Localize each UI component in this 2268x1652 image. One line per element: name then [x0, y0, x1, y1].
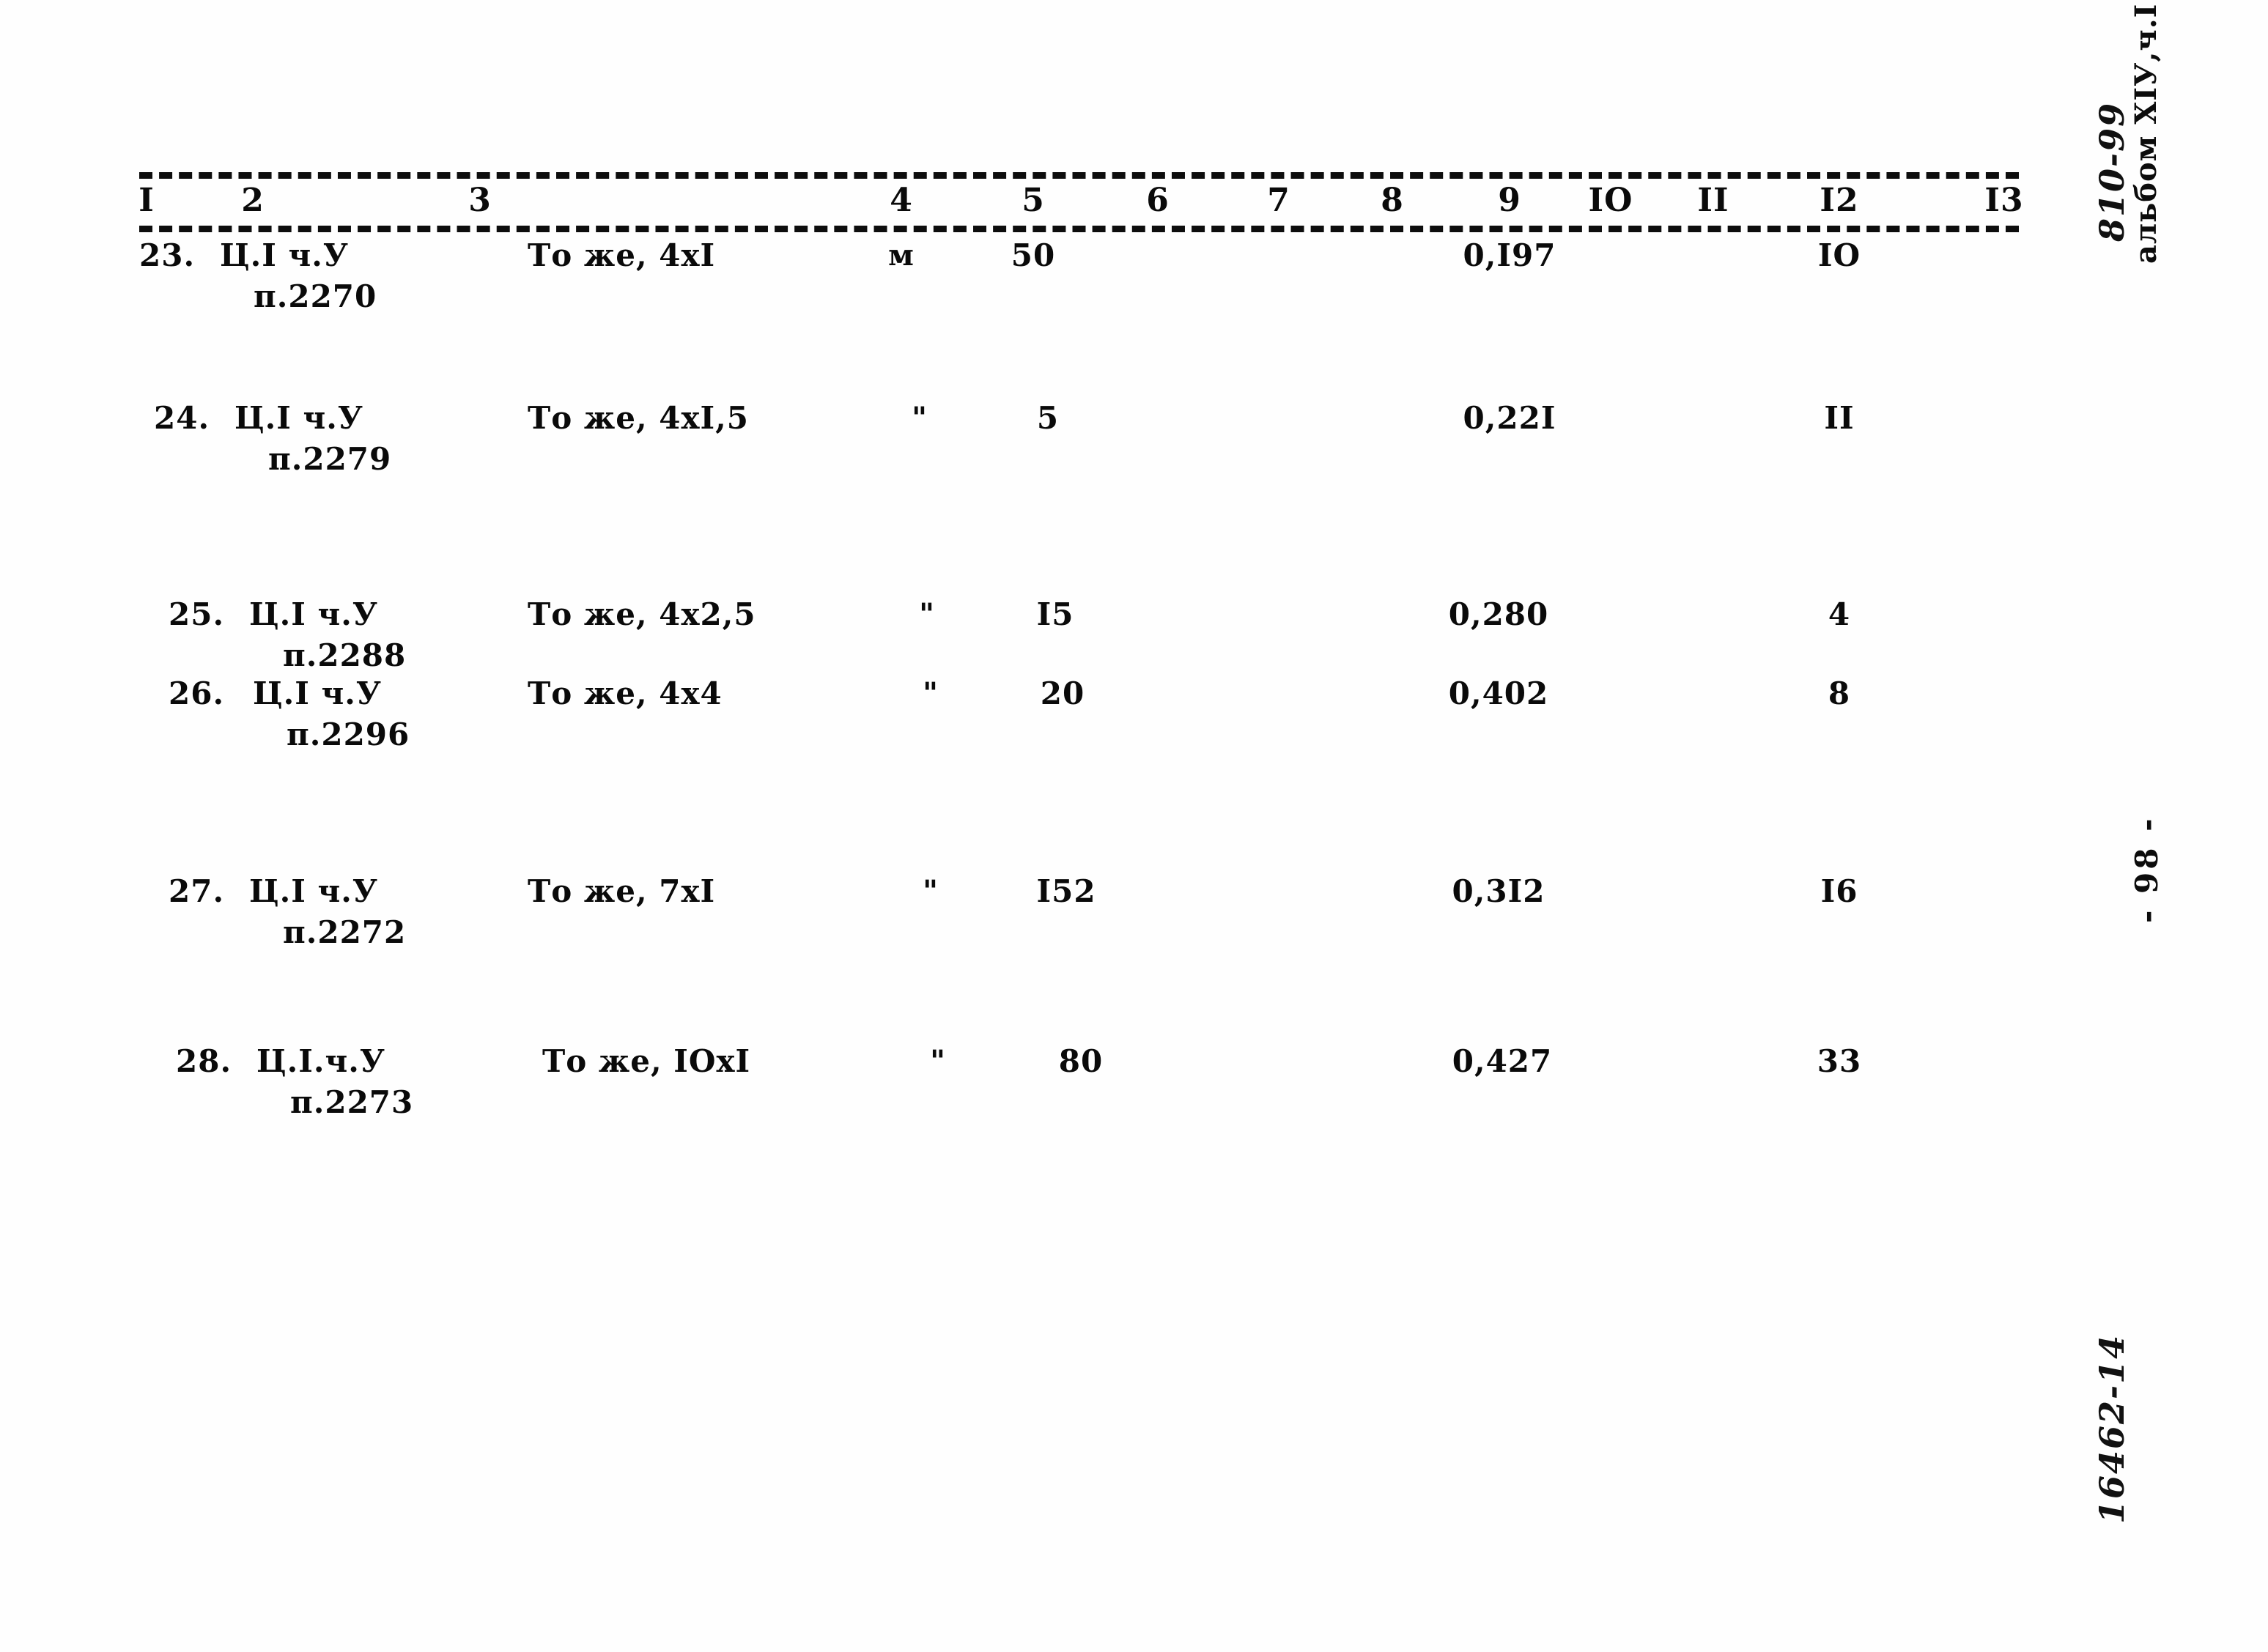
row-code-line2: п.2270	[254, 278, 377, 314]
column-header-5: 5	[1022, 182, 1045, 219]
row-description: То же, 4xI	[528, 237, 716, 273]
archive-code-handwritten: 16462-14	[2092, 1333, 2132, 1524]
row-description: То же, 4x2,5	[528, 596, 756, 632]
specification-table: I 2 3 4 5 6 7 8 9 IO II I2 I3 23. Ц.I ч.…	[138, 172, 2023, 1120]
row-code-line1: Ц.I ч.У	[220, 237, 349, 273]
row-number: 23.	[139, 237, 196, 273]
row-quantity: 20	[1040, 675, 1085, 711]
row-number: 25.	[169, 596, 225, 632]
row-code-line1: Ц.I ч.У	[253, 675, 382, 711]
row-code-line2: п.2296	[287, 716, 410, 752]
column-header-1: I	[138, 182, 155, 219]
album-code-handwritten: 810-99	[2092, 101, 2132, 242]
row-unit: м	[888, 238, 915, 273]
document-page: I 2 3 4 5 6 7 8 9 IO II I2 I3 23. Ц.I ч.…	[0, 0, 2268, 1652]
column-header-2: 2	[241, 182, 265, 219]
row-col12: 4	[1828, 596, 1851, 632]
row-code: Ц.I ч.У п.2272	[249, 873, 406, 952]
column-header-13: I3	[1984, 182, 2024, 219]
row-code-line1: Ц.I.ч.У	[256, 1043, 385, 1079]
table-header-rule	[139, 226, 2019, 232]
row-mass: 0,22I	[1463, 400, 1556, 436]
row-unit: "	[930, 1044, 946, 1078]
row-code-line2: п.2272	[283, 914, 407, 950]
row-number: 24.	[154, 400, 210, 436]
row-code-line2: п.2279	[268, 441, 392, 477]
row-code-line1: Ц.I ч.У	[234, 400, 363, 436]
row-description: То же, 7xI	[528, 873, 716, 909]
row-quantity: 50	[1011, 237, 1056, 273]
row-description: То же, 4xI,5	[528, 400, 750, 436]
row-mass: 0,280	[1448, 596, 1549, 632]
column-header-3: 3	[468, 182, 492, 219]
row-description: То же, 4x4	[528, 675, 723, 711]
row-col12: I6	[1820, 873, 1858, 909]
column-header-10: IO	[1588, 182, 1633, 219]
row-unit: "	[923, 676, 939, 711]
column-header-6: 6	[1146, 182, 1170, 219]
column-header-11: II	[1697, 182, 1729, 219]
row-code: Ц.I ч.У п.2279	[234, 399, 391, 478]
row-description: То же, IOxI	[542, 1043, 751, 1079]
table-top-rule	[139, 172, 2019, 179]
row-code-line1: Ц.I ч.У	[249, 596, 378, 632]
row-code: Ц.I ч.У п.2288	[249, 596, 406, 675]
row-code-line1: Ц.I ч.У	[249, 873, 378, 909]
row-mass: 0,427	[1452, 1043, 1553, 1079]
row-number: 27.	[169, 873, 225, 909]
row-quantity: I52	[1036, 873, 1096, 909]
row-col12: IO	[1817, 237, 1861, 273]
album-reference-note: альбом XIУ,ч.I	[2129, 3, 2163, 264]
row-mass: 0,I97	[1463, 237, 1556, 273]
row-number: 28.	[176, 1043, 232, 1079]
row-unit: "	[923, 874, 939, 908]
row-mass: 0,3I2	[1452, 873, 1545, 909]
row-mass: 0,402	[1448, 675, 1549, 711]
row-quantity: I5	[1036, 596, 1074, 632]
row-code: Ц.I ч.У п.2270	[220, 237, 377, 316]
row-unit: "	[919, 597, 935, 631]
row-quantity: 5	[1036, 400, 1060, 436]
row-col12: 8	[1828, 675, 1851, 711]
column-header-4: 4	[890, 182, 913, 219]
row-code-line2: п.2288	[283, 637, 407, 673]
row-code: Ц.I.ч.У п.2273	[256, 1042, 413, 1122]
row-quantity: 80	[1058, 1043, 1104, 1079]
column-header-9: 9	[1498, 182, 1521, 219]
row-code: Ц.I ч.У п.2296	[253, 675, 410, 754]
row-number: 26.	[169, 675, 225, 711]
page-number: - 98 -	[2129, 815, 2165, 923]
table-header-row: I 2 3 4 5 6 7 8 9 IO II I2 I3	[138, 179, 2023, 226]
row-unit: "	[912, 401, 928, 435]
row-col12: II	[1824, 400, 1855, 436]
column-header-7: 7	[1267, 182, 1290, 219]
row-col12: 33	[1817, 1043, 1862, 1079]
column-header-12: I2	[1820, 182, 1859, 219]
row-code-line2: п.2273	[290, 1084, 414, 1120]
column-header-8: 8	[1381, 182, 1404, 219]
